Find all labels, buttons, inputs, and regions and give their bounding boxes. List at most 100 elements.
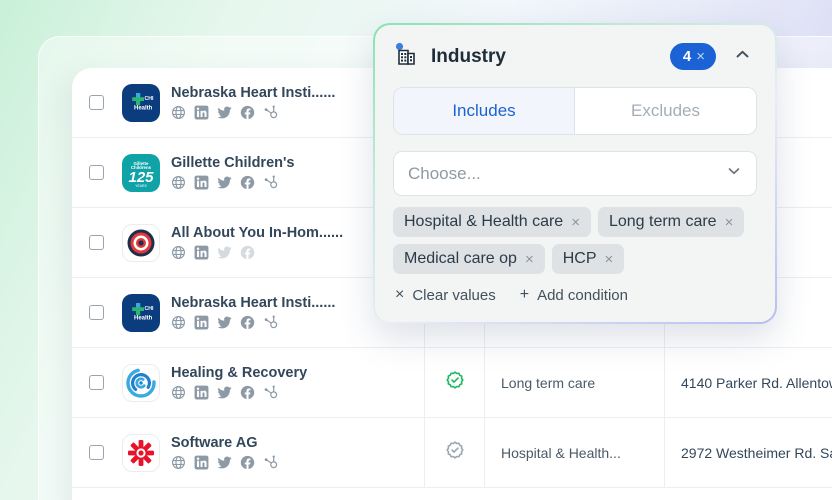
industry-tag[interactable]: HCP × [551, 244, 625, 274]
clear-filter-icon[interactable]: × [696, 49, 705, 64]
company-logo [122, 433, 160, 472]
twitter-icon[interactable] [217, 455, 232, 470]
tab-includes[interactable]: Includes [394, 88, 575, 134]
industry-select[interactable]: Choose... [393, 151, 757, 196]
table-row[interactable]: Software AG Hospital & Health... 2972 West… [72, 418, 832, 488]
action-symbol: × [395, 286, 405, 303]
globe-icon[interactable] [171, 105, 186, 120]
verification-cell [424, 348, 484, 417]
tag-remove-icon[interactable]: × [725, 214, 734, 231]
table-row[interactable]: Healing & Recovery Long term care 4140 Par… [72, 348, 832, 418]
twitter-icon[interactable] [217, 175, 232, 190]
globe-icon[interactable] [171, 245, 186, 260]
linkedin-icon[interactable] [194, 455, 209, 470]
svg-text:Health: Health [134, 105, 153, 111]
tag-remove-icon[interactable]: × [605, 251, 614, 268]
facebook-icon[interactable] [240, 245, 255, 260]
tag-label: Long term care [608, 213, 717, 230]
svg-text:YEARS: YEARS [135, 184, 147, 188]
globe-icon[interactable] [171, 175, 186, 190]
linkedin-icon[interactable] [194, 105, 209, 120]
row-select-cell [72, 305, 120, 320]
filter-panel-header: Industry 4 × [393, 41, 757, 72]
row-checkbox[interactable] [88, 235, 104, 250]
industry-cell: Hospital & Health... [484, 418, 664, 487]
svg-text:CHI: CHI [145, 306, 154, 312]
hubspot-icon[interactable] [263, 175, 278, 190]
industry-select-value: Choose... [408, 163, 481, 183]
add-condition-button[interactable]: + Add condition [520, 286, 628, 304]
chevron-up-icon[interactable] [728, 42, 757, 72]
company-cell: Software AG [120, 433, 424, 472]
linkedin-icon[interactable] [194, 175, 209, 190]
clear-values-button[interactable]: × Clear values [395, 286, 496, 304]
chevron-down-icon[interactable] [726, 163, 742, 184]
tag-remove-icon[interactable]: × [571, 214, 580, 231]
twitter-icon[interactable] [217, 245, 232, 260]
facebook-icon[interactable] [240, 315, 255, 330]
row-checkbox[interactable] [88, 375, 104, 390]
row-checkbox[interactable] [88, 95, 104, 110]
company-cell: Healing & Recovery [120, 363, 424, 402]
row-checkbox[interactable] [88, 445, 104, 460]
row-select-cell [72, 445, 120, 460]
row-checkbox[interactable] [88, 165, 104, 180]
tag-label: Medical care op [404, 250, 517, 267]
action-label: Add condition [537, 286, 628, 304]
industry-filter-panel: Industry 4 × Includes Excludes Choose... [373, 23, 777, 324]
app-root: CHIHealthNebraska Heart Insti......, Pen… [0, 0, 832, 500]
facebook-icon[interactable] [240, 105, 255, 120]
filter-actions: × Clear values + Add condition [393, 286, 757, 304]
twitter-icon[interactable] [217, 315, 232, 330]
facebook-icon[interactable] [240, 455, 255, 470]
filter-count: 4 [682, 48, 692, 65]
row-select-cell [72, 95, 120, 110]
twitter-icon[interactable] [217, 105, 232, 120]
company-name: Healing & Recovery [171, 365, 308, 381]
globe-icon[interactable] [171, 455, 186, 470]
social-links [171, 315, 335, 330]
row-checkbox[interactable] [88, 305, 104, 320]
industry-tag[interactable]: Hospital & Health care × [393, 207, 591, 237]
hubspot-icon[interactable] [263, 385, 278, 400]
verification-cell [424, 418, 484, 487]
linkedin-icon[interactable] [194, 315, 209, 330]
industry-cell: Long term care [484, 348, 664, 417]
hubspot-icon[interactable] [263, 105, 278, 120]
svg-text:CHI: CHI [145, 96, 154, 102]
includes-excludes-toggle: Includes Excludes [393, 87, 757, 135]
facebook-icon[interactable] [240, 385, 255, 400]
office-building-icon [393, 41, 419, 72]
facebook-icon[interactable] [240, 175, 255, 190]
company-name: Nebraska Heart Insti...... [171, 295, 336, 311]
address-cell: 2972 Westheimer Rd. Santa [664, 418, 832, 487]
address-cell: 4140 Parker Rd. Allentown, Ne [664, 348, 832, 417]
selected-industry-tags: Hospital & Health care × Long term care × Me… [393, 207, 757, 274]
active-filter-count-badge[interactable]: 4 × [669, 43, 716, 70]
twitter-icon[interactable] [217, 385, 232, 400]
hubspot-icon[interactable] [263, 315, 278, 330]
verified-badge-grey [445, 440, 465, 465]
company-name: Nebraska Heart Insti...... [171, 85, 336, 101]
company-logo: CHI Health [122, 83, 160, 122]
social-links [171, 245, 343, 260]
hubspot-icon[interactable] [263, 455, 278, 470]
panel-title: Industry [431, 45, 506, 67]
social-links [171, 175, 295, 190]
company-logo [122, 363, 160, 402]
industry-tag[interactable]: Medical care op × [393, 244, 545, 274]
company-name: All About You In-Hom...... [171, 225, 344, 241]
action-label: Clear values [412, 286, 496, 304]
social-links [171, 385, 307, 400]
tab-excludes[interactable]: Excludes [575, 88, 756, 134]
linkedin-icon[interactable] [194, 385, 209, 400]
row-select-cell [72, 165, 120, 180]
filter-panel-body: Industry 4 × Includes Excludes Choose... [375, 25, 775, 322]
globe-icon[interactable] [171, 315, 186, 330]
linkedin-icon[interactable] [194, 245, 209, 260]
tag-remove-icon[interactable]: × [525, 251, 534, 268]
industry-tag[interactable]: Long term care × [597, 207, 745, 237]
tag-label: HCP [562, 250, 597, 267]
globe-icon[interactable] [171, 385, 186, 400]
company-name: Software AG [171, 435, 258, 451]
